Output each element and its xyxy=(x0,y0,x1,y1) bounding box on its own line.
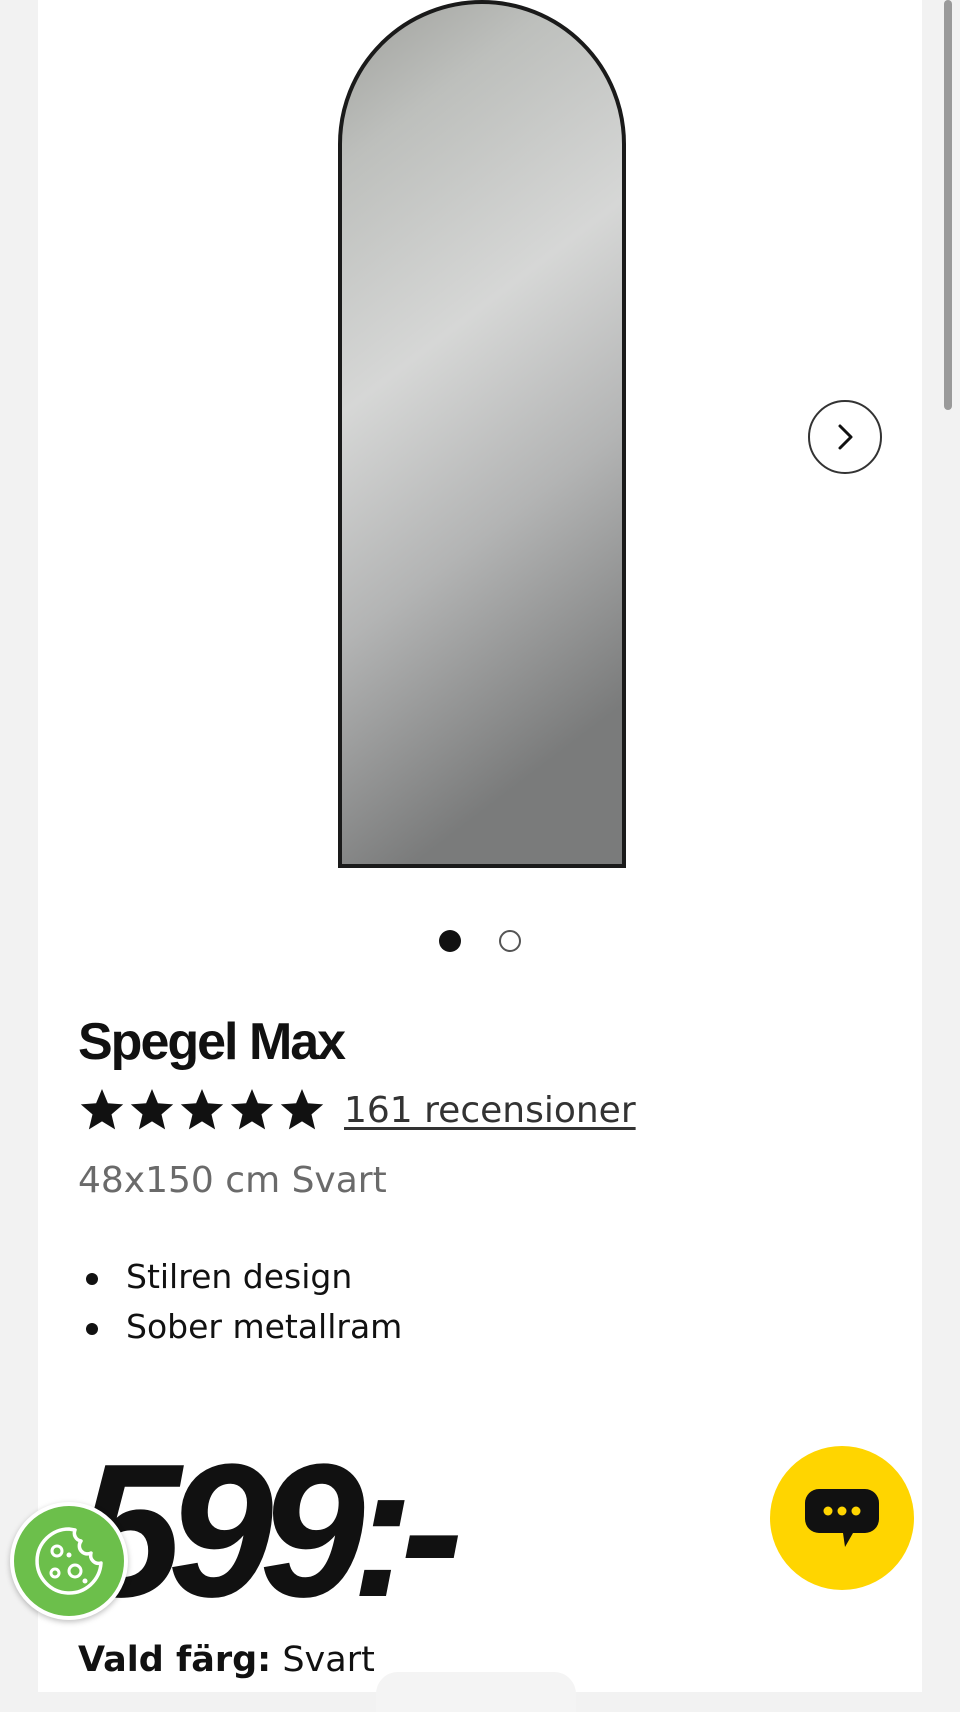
selected-color-label: Vald färg: xyxy=(78,1640,272,1680)
rating-stars xyxy=(78,1086,326,1134)
product-variant: 48x150 cm Svart xyxy=(78,1160,387,1201)
scrollbar[interactable] xyxy=(944,0,952,410)
carousel-pagination xyxy=(38,930,922,952)
feature-list: Stilren design Sober metallram xyxy=(78,1252,402,1352)
cookie-icon xyxy=(35,1527,103,1595)
chat-bubble-icon xyxy=(805,1489,879,1547)
feature-item: Sober metallram xyxy=(78,1302,402,1352)
star-icon xyxy=(130,1089,174,1130)
product-page: Spegel Max 161 recensioner 48x150 cm Sva… xyxy=(38,0,922,1712)
product-title: Spegel Max xyxy=(78,1013,346,1071)
carousel-next-button[interactable] xyxy=(808,400,882,474)
arched-mirror-image xyxy=(338,0,626,868)
selected-color-value: Svart xyxy=(282,1640,375,1680)
star-icon xyxy=(280,1089,324,1130)
carousel-dot-1[interactable] xyxy=(439,930,461,952)
star-icon xyxy=(230,1089,274,1130)
selected-color: Vald färg: Svart xyxy=(78,1640,375,1680)
star-icon xyxy=(180,1089,224,1130)
chat-button[interactable] xyxy=(770,1446,914,1590)
carousel-dot-2[interactable] xyxy=(499,930,521,952)
product-image xyxy=(336,0,628,870)
feature-item: Stilren design xyxy=(78,1252,402,1302)
product-rating: 161 recensioner xyxy=(78,1086,636,1134)
bottom-sheet-handle[interactable] xyxy=(376,1672,576,1712)
reviews-link[interactable]: 161 recensioner xyxy=(344,1090,636,1131)
product-image-carousel[interactable] xyxy=(38,0,922,900)
chevron-right-icon xyxy=(838,424,853,450)
cookie-settings-button[interactable] xyxy=(10,1502,128,1620)
star-icon xyxy=(80,1089,124,1130)
product-price: 599:- xyxy=(76,1425,464,1637)
